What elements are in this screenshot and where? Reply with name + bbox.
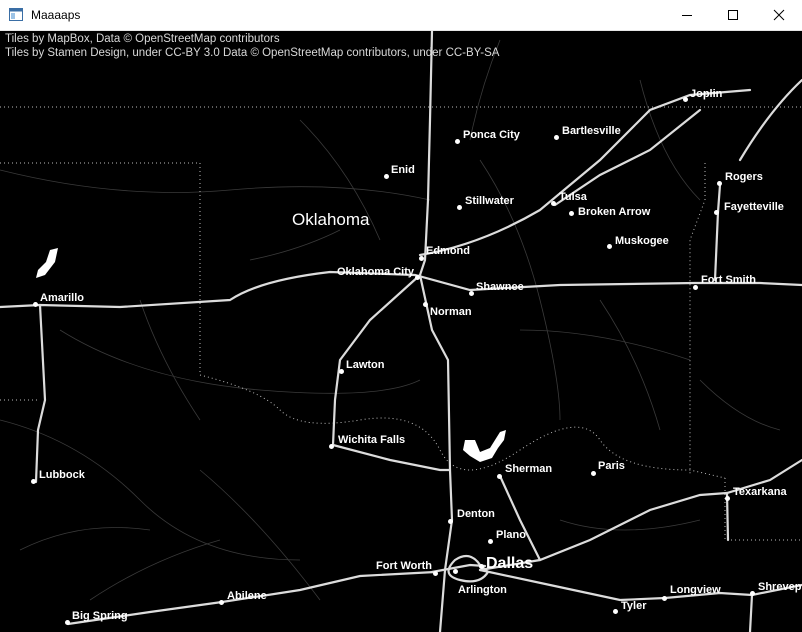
map-roads-layer	[0, 31, 802, 632]
city-label-stillwater: Stillwater	[465, 195, 514, 207]
city-label-dallas: Dallas	[486, 555, 534, 572]
close-button[interactable]	[756, 0, 802, 30]
city-label-denton: Denton	[457, 508, 495, 520]
city-dot	[384, 174, 389, 179]
title-bar[interactable]: Maaaaps	[0, 0, 802, 31]
city-dot	[488, 539, 493, 544]
map-canvas[interactable]: Tiles by MapBox, Data © OpenStreetMap co…	[0, 31, 802, 632]
city-dot	[469, 291, 474, 296]
close-icon	[773, 9, 785, 21]
city-dot	[662, 596, 667, 601]
city-label-ponca-city: Ponca City	[463, 129, 520, 141]
city-label-wichita-falls: Wichita Falls	[338, 434, 406, 446]
map-attribution-mapbox: Tiles by MapBox, Data © OpenStreetMap co…	[5, 33, 280, 45]
city-dot	[457, 205, 462, 210]
city-dot	[329, 444, 334, 449]
city-label-bartlesville: Bartlesville	[562, 125, 621, 137]
city-dot	[607, 244, 612, 249]
city-dot	[65, 620, 70, 625]
city-label-broken-arrow: Broken Arrow	[578, 206, 651, 218]
city-label-abilene: Abilene	[227, 590, 267, 602]
city-label-shawnee: Shawnee	[476, 281, 524, 293]
city-dot	[31, 479, 36, 484]
city-dot	[750, 591, 755, 596]
state-label: Oklahoma	[292, 210, 370, 229]
city-label-big-spring: Big Spring	[72, 610, 128, 622]
city-label-lubbock: Lubbock	[39, 469, 85, 481]
city-dot	[455, 139, 460, 144]
city-label-rogers: Rogers	[725, 171, 763, 183]
minor-roads	[0, 39, 781, 601]
city-dot	[448, 519, 453, 524]
city-dot	[433, 571, 438, 576]
lake-texoma	[463, 430, 506, 462]
map-attribution-stamen: Tiles by Stamen Design, under CC-BY 3.0 …	[5, 47, 500, 59]
city-dot	[33, 302, 38, 307]
app-window: Maaaaps Tiles by MapBox, Data © OpenStre…	[0, 0, 802, 632]
city-label-amarillo: Amarillo	[40, 292, 85, 304]
city-label-joplin: Joplin	[690, 88, 723, 100]
city-label-texarkana: Texarkana	[733, 486, 787, 498]
city-label-muskogee: Muskogee	[615, 235, 669, 247]
city-label-edmond: Edmond	[426, 245, 470, 257]
city-label-fort-worth: Fort Worth	[376, 560, 433, 572]
city-label-paris: Paris	[598, 460, 625, 472]
city-label-fayetteville: Fayetteville	[724, 201, 784, 213]
city-label-fort-smith: Fort Smith	[701, 274, 756, 286]
city-label-tulsa: Tulsa	[559, 191, 587, 203]
city-label-longview: Longview	[670, 584, 721, 596]
city-label-lawton: Lawton	[346, 359, 385, 371]
city-dot	[717, 181, 722, 186]
city-label-plano: Plano	[496, 529, 526, 541]
city-label-oklahoma-city: Oklahoma City	[337, 266, 415, 278]
city-dot	[415, 275, 420, 280]
window-title: Maaaaps	[31, 8, 81, 22]
city-dot	[569, 211, 574, 216]
maximize-icon	[728, 10, 738, 20]
city-dot	[419, 256, 424, 261]
lake-meredith	[36, 248, 58, 278]
city-dot	[339, 369, 344, 374]
city-dot	[554, 135, 559, 140]
city-label-tyler: Tyler	[621, 600, 647, 612]
city-dot	[453, 569, 458, 574]
city-label-enid: Enid	[391, 164, 415, 176]
city-label-shreveport: Shrevep	[758, 581, 802, 593]
city-dot	[423, 302, 428, 307]
city-dot	[693, 285, 698, 290]
city-label-norman: Norman	[430, 306, 472, 318]
city-dot	[479, 564, 484, 569]
city-dot	[725, 496, 730, 501]
city-dot	[714, 210, 719, 215]
city-label-arlington: Arlington	[458, 584, 507, 596]
highways	[0, 31, 802, 632]
minimize-button[interactable]	[664, 0, 710, 30]
maximize-button[interactable]	[710, 0, 756, 30]
city-dot	[613, 609, 618, 614]
city-label-sherman: Sherman	[505, 463, 553, 475]
city-dot	[551, 201, 556, 206]
city-dot	[497, 474, 502, 479]
city-dot	[591, 471, 596, 476]
minimize-icon	[682, 15, 692, 16]
city-dot	[683, 97, 688, 102]
app-window-icon	[9, 8, 23, 21]
city-dot	[219, 600, 224, 605]
